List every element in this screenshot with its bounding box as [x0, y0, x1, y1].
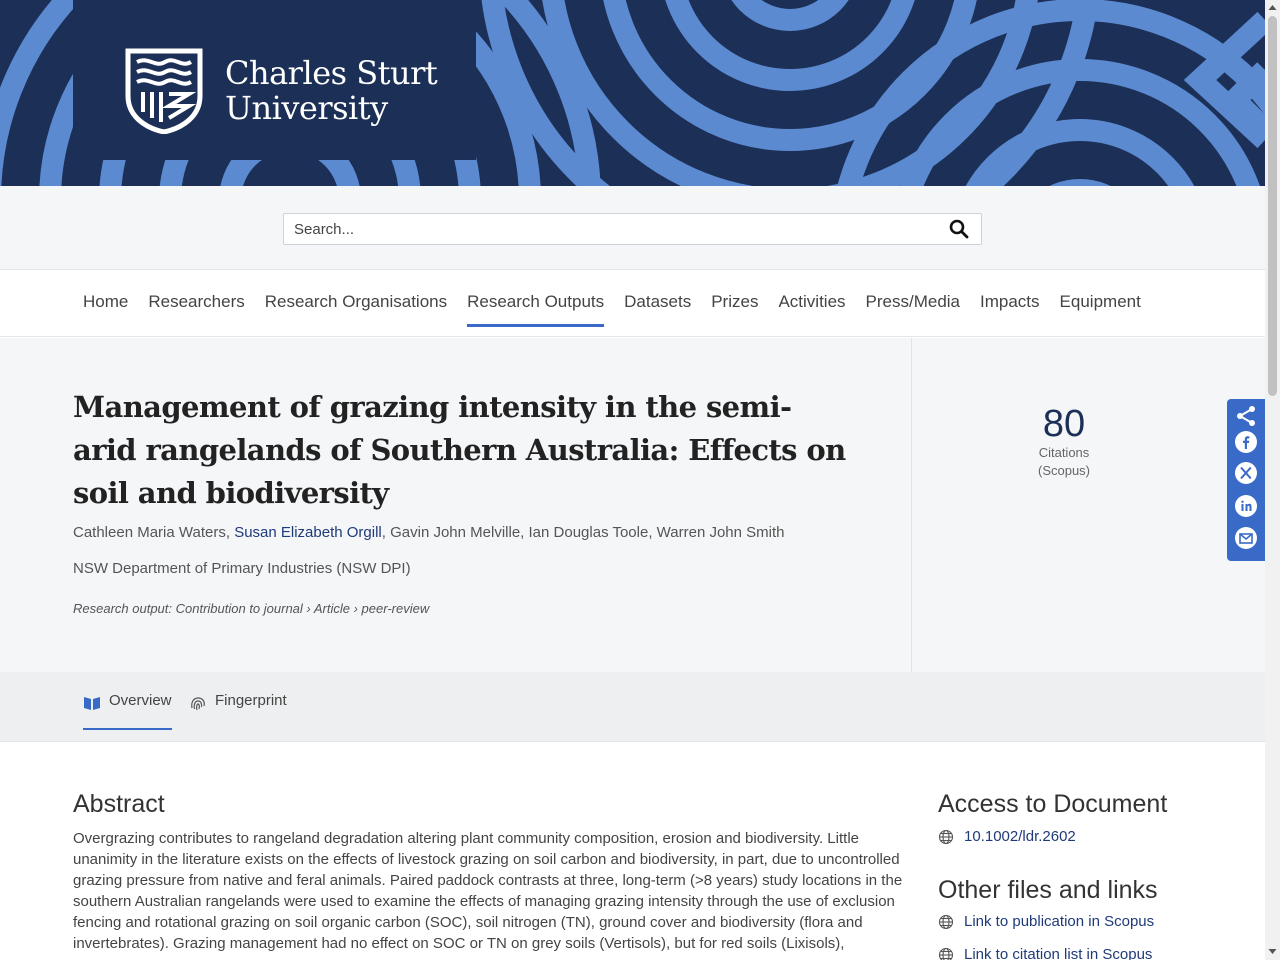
citation-source: (Scopus) [1037, 463, 1091, 478]
search-icon[interactable] [949, 219, 969, 239]
nav-link[interactable]: Home [83, 271, 128, 333]
output-type: Research output: Contribution to journal… [73, 601, 430, 616]
university-shield-icon [125, 48, 203, 134]
link-text[interactable]: Link to citation list in Scopus [964, 946, 1152, 960]
author-name: Ian Douglas Toole [528, 524, 649, 541]
citation-label: Citations [1038, 445, 1090, 460]
doi-link[interactable]: 10.1002/ldr.2602 [938, 828, 1076, 845]
email-icon[interactable] [1234, 526, 1258, 550]
nav-item-activities[interactable]: Activities [778, 271, 845, 337]
nav-item-equipment[interactable]: Equipment [1060, 271, 1141, 337]
search-box [283, 213, 982, 245]
facebook-icon[interactable] [1234, 430, 1258, 454]
nav-item-prizes[interactable]: Prizes [711, 271, 758, 337]
scopus-citation-link[interactable]: Link to citation list in Scopus [938, 946, 1152, 960]
author-name: Cathleen Maria Waters [73, 524, 226, 541]
nav-item-home[interactable]: Home [83, 271, 128, 337]
share-icon[interactable] [1234, 404, 1258, 428]
citation-count: 80 [1042, 403, 1086, 445]
x-icon[interactable] [1234, 461, 1258, 485]
author-link[interactable]: Susan Elizabeth Orgill [234, 524, 382, 541]
abstract-text: Overgrazing contributes to rangeland deg… [73, 830, 903, 952]
nav-item-datasets[interactable]: Datasets [624, 271, 691, 337]
tab-label: Fingerprint [215, 692, 287, 709]
tab-fingerprint[interactable]: Fingerprint [189, 692, 287, 730]
search-input[interactable] [284, 214, 924, 244]
nav-link[interactable]: Datasets [624, 271, 691, 333]
nav-link[interactable]: Press/Media [866, 271, 960, 333]
nav-link[interactable]: Research Organisations [265, 271, 447, 333]
search-area [0, 186, 1265, 270]
logo[interactable]: Charles Sturt University [73, 0, 476, 160]
tab-label: Overview [109, 692, 172, 709]
nav-link[interactable]: Equipment [1060, 271, 1141, 333]
nav-link[interactable]: Prizes [711, 271, 758, 333]
university-name: Charles Sturt University [225, 54, 438, 127]
fingerprint-icon [191, 697, 205, 711]
globe-icon [938, 914, 954, 929]
logo-line-2: University [225, 89, 388, 127]
nav-link[interactable]: Activities [778, 271, 845, 333]
other-files-heading: Other files and links [938, 876, 1158, 904]
scrollbar-thumb[interactable] [1268, 16, 1277, 396]
nav-item-press-media[interactable]: Press/Media [866, 271, 960, 337]
nav-item-impacts[interactable]: Impacts [980, 271, 1040, 337]
main-nav: Home Researchers Research Organisations … [0, 271, 1265, 337]
nav-link[interactable]: Research Outputs [467, 271, 604, 333]
doi-text[interactable]: 10.1002/ldr.2602 [964, 828, 1076, 845]
scroll-down-icon[interactable] [1268, 947, 1277, 956]
scopus-publication-link[interactable]: Link to publication in Scopus [938, 913, 1154, 930]
book-icon [84, 697, 100, 710]
nav-item-research-outputs[interactable]: Research Outputs [467, 271, 605, 337]
nav-link[interactable]: Impacts [980, 271, 1040, 333]
page-title: Management of grazing intensity in the s… [73, 390, 846, 510]
linkedin-icon[interactable] [1234, 494, 1258, 518]
globe-icon [938, 829, 954, 844]
university-banner: Charles Sturt University [0, 0, 1265, 186]
publication-details: Management of grazing intensity in the s… [0, 338, 912, 672]
content-tabs: Overview Fingerprint [0, 672, 1265, 742]
publication-header: Management of grazing intensity in the s… [0, 338, 1265, 672]
logo-line-1: Charles Sturt [225, 54, 438, 92]
author-name: Gavin John Melville [390, 524, 521, 541]
nav-link[interactable]: Researchers [148, 271, 244, 333]
globe-icon [938, 947, 954, 960]
access-heading: Access to Document [938, 790, 1168, 818]
citations-metric[interactable]: 80 Citations (Scopus) [1010, 404, 1118, 480]
nav-item-research-organisations[interactable]: Research Organisations [265, 271, 447, 337]
abstract-heading: Abstract [73, 790, 165, 818]
tab-overview[interactable]: Overview [83, 692, 172, 730]
share-bar [1227, 399, 1265, 561]
author-name: Warren John Smith [656, 524, 785, 541]
author-list: Cathleen Maria Waters, Susan Elizabeth O… [73, 524, 785, 541]
organisation: NSW Department of Primary Industries (NS… [73, 560, 411, 577]
link-text[interactable]: Link to publication in Scopus [964, 913, 1154, 930]
scroll-up-icon[interactable] [1268, 3, 1277, 12]
nav-item-researchers[interactable]: Researchers [148, 271, 244, 337]
scrollbar[interactable] [1265, 0, 1280, 960]
